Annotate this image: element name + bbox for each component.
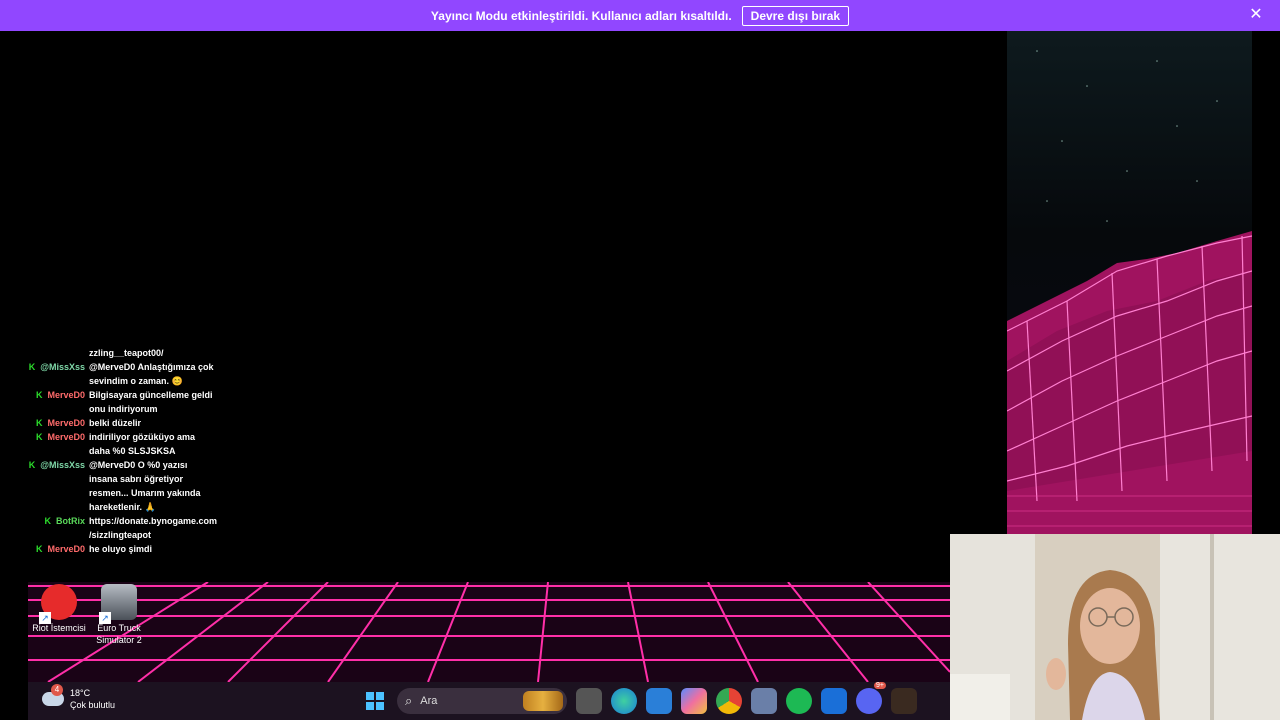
- desktop-shortcut-riot[interactable]: ↗ Riot İstemcisi: [28, 584, 90, 634]
- weather-condition: Çok bulutlu: [70, 700, 116, 710]
- desktop-wallpaper: ↗ Riot İstemcisi ↗ Euro Truck Simulator …: [28, 582, 950, 682]
- search-highlight-image: [523, 691, 563, 711]
- chat-line: K MerveD0 belki düzelir: [20, 416, 230, 430]
- disable-streamer-mode-button[interactable]: Devre dışı bırak: [741, 5, 850, 26]
- chat-line: zzling__teapot00/: [20, 346, 230, 360]
- taskbar: 4 18°C Çok bulutlu ⌕ Ara 9+: [28, 682, 950, 720]
- chat-line: K MerveD0 he oluyo şimdi: [20, 542, 230, 556]
- search-input[interactable]: ⌕ Ara: [397, 688, 567, 714]
- chat-message-text: zzling__teapot00/: [89, 348, 164, 358]
- kick-badge-icon: K: [35, 418, 43, 428]
- synthwave-scene: [1007, 31, 1252, 534]
- streamer-mode-banner: Yayıncı Modu etkinleştirildi. Kullanıcı …: [0, 0, 1280, 31]
- chat-overlay: zzling__teapot00/ K @MissXss @MerveD0 Anla…: [20, 346, 230, 556]
- desktop-shortcut-euro-truck[interactable]: ↗ Euro Truck Simulator 2: [88, 584, 150, 646]
- mountain-grid-graphic: [1007, 50, 1252, 534]
- chat-username[interactable]: @MissXss: [40, 360, 85, 374]
- task-view-icon[interactable]: [576, 688, 602, 714]
- cloud-icon: 4: [42, 684, 64, 706]
- shortcut-arrow-icon: ↗: [39, 612, 51, 624]
- discord-badge: 9+: [874, 682, 886, 689]
- chat-username[interactable]: MerveD0: [47, 388, 85, 402]
- chat-username[interactable]: MerveD0: [47, 430, 85, 444]
- copilot-icon[interactable]: [681, 688, 707, 714]
- kick-badge-icon: K: [28, 362, 36, 372]
- chat-message-text: he oluyo şimdi: [89, 544, 153, 554]
- banner-message: Yayıncı Modu etkinleştirildi. Kullanıcı …: [430, 8, 732, 23]
- chat-message-text: Bilgisayara güncelleme geldi onu indiriy…: [89, 390, 213, 414]
- webcam-image: [950, 534, 1280, 720]
- truck-icon: ↗: [99, 584, 137, 624]
- chat-line: K BotRix https://donate.bynogame.com /sizz…: [20, 514, 230, 542]
- start-icon[interactable]: [362, 688, 388, 714]
- chat-message-text: @MerveD0 O %0 yazısı insana sabrı öğreti…: [89, 460, 201, 512]
- chat-message-text: belki düzelir: [89, 418, 142, 428]
- discord-icon[interactable]: 9+: [856, 682, 886, 714]
- kick-badge-icon: K: [28, 460, 36, 470]
- search-icon: ⌕: [405, 693, 413, 708]
- chat-username[interactable]: BotRix: [56, 514, 85, 528]
- chat-username[interactable]: MerveD0: [47, 542, 85, 556]
- notification-badge: 4: [51, 684, 63, 696]
- desktop-icon-label: Riot İstemcisi: [32, 623, 86, 633]
- chat-message-text: indiriliyor gözüküyo ama daha %0 SLSJSKS…: [89, 432, 196, 456]
- kick-badge-icon: K: [35, 390, 43, 400]
- camera-app-icon[interactable]: [821, 688, 847, 714]
- chat-line: K @MissXss @MerveD0 O %0 yazısı insana sab…: [20, 458, 230, 514]
- chat-line: K @MissXss @MerveD0 Anlaştığımıza çok sevi…: [20, 360, 230, 388]
- kick-badge-icon: K: [35, 544, 43, 554]
- chat-message-text: https://donate.bynogame.com /sizzlingtea…: [89, 516, 218, 540]
- kick-badge-icon: K: [35, 432, 43, 442]
- spotify-icon[interactable]: [786, 688, 812, 714]
- scrollbar[interactable]: [1252, 31, 1280, 534]
- desktop-icon-label: Euro Truck Simulator 2: [96, 623, 142, 645]
- chat-line: K MerveD0 indiriliyor gözüküyo ama daha %0…: [20, 430, 230, 458]
- game-icon[interactable]: [891, 688, 917, 714]
- store-icon[interactable]: [646, 688, 672, 714]
- temperature: 18°C: [70, 688, 91, 698]
- chat-line: K MerveD0 Bilgisayara güncelleme geldi onu…: [20, 388, 230, 416]
- riot-client-icon: ↗: [39, 584, 77, 624]
- webcam-feed: [950, 534, 1280, 720]
- shortcut-arrow-icon: ↗: [99, 612, 111, 624]
- edge-icon[interactable]: [611, 688, 637, 714]
- kick-badge-icon: K: [44, 516, 52, 526]
- chat-username[interactable]: @MissXss: [40, 458, 85, 472]
- grid-floor-graphic: [28, 582, 950, 682]
- search-placeholder: Ara: [420, 695, 438, 707]
- chat-message-text: @MerveD0 Anlaştığımıza çok sevindim o za…: [89, 362, 214, 386]
- close-icon[interactable]: ✕: [1248, 7, 1264, 23]
- chrome-icon[interactable]: [716, 688, 742, 714]
- weather-widget[interactable]: 4 18°C Çok bulutlu: [42, 684, 116, 711]
- app-icon[interactable]: [751, 688, 777, 714]
- chat-username[interactable]: MerveD0: [47, 416, 85, 430]
- taskbar-apps: ⌕ Ara 9+: [362, 682, 926, 714]
